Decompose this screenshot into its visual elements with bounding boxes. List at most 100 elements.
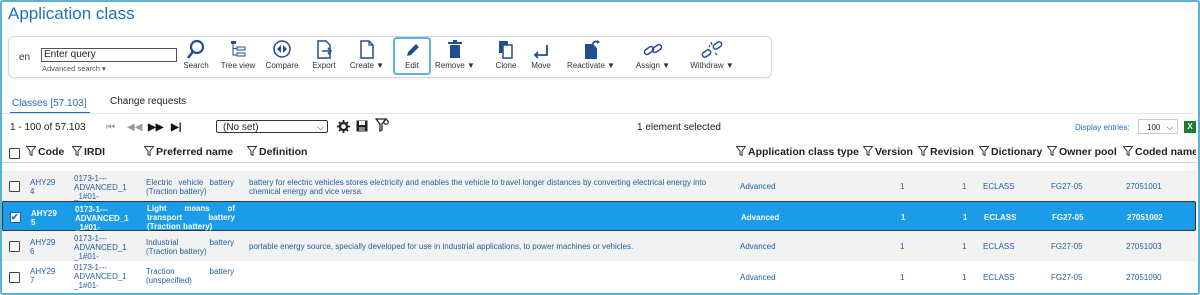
col-code[interactable]: Code bbox=[26, 146, 64, 158]
tree-view-icon bbox=[231, 41, 246, 57]
table-row[interactable]: AHY29 4 0173-1--- ADVANCED_1 _1#01- Electri… bbox=[2, 171, 1196, 201]
cell-coded-name: 27051090 bbox=[1126, 273, 1162, 282]
col-coded-name[interactable]: Coded name bbox=[1123, 146, 1196, 158]
table-header: Code IRDI Preferred name Definition Appl… bbox=[2, 142, 1196, 163]
cell-version: 1 bbox=[900, 273, 905, 282]
clone-label: Clone bbox=[495, 61, 517, 70]
chevron-down-icon: ⌵ bbox=[317, 122, 324, 132]
last-page-icon[interactable]: ▶| bbox=[171, 122, 182, 133]
reactivate-button[interactable]: Reactivate ▼ bbox=[565, 39, 617, 75]
toolbar: en Enter query Advanced search ▾ Search … bbox=[8, 36, 772, 78]
col-code-label: Code bbox=[38, 146, 65, 158]
col-preferred-name[interactable]: Preferred name bbox=[144, 146, 233, 158]
create-icon bbox=[360, 40, 374, 59]
cell-owner-pool: FG27-05 bbox=[1052, 213, 1084, 222]
filter-icon[interactable] bbox=[1047, 146, 1057, 156]
reactivate-icon bbox=[585, 40, 600, 59]
row-checkbox[interactable] bbox=[9, 181, 20, 192]
trash-icon bbox=[448, 40, 462, 58]
assign-label: Assign ▼ bbox=[635, 61, 671, 70]
tree-view-button[interactable]: Tree view bbox=[219, 39, 257, 75]
filter-icon[interactable] bbox=[1123, 146, 1133, 156]
assign-button[interactable]: Assign ▼ bbox=[633, 39, 673, 75]
cell-type: Advanced bbox=[741, 213, 780, 222]
col-definition[interactable]: Definition bbox=[247, 146, 307, 158]
filter-icon[interactable] bbox=[72, 146, 82, 156]
cell-version: 1 bbox=[900, 242, 905, 251]
cell-dictionary: ECLASS bbox=[983, 182, 1015, 191]
col-application-class-type[interactable]: Application class type bbox=[736, 146, 859, 158]
filter-icon[interactable] bbox=[26, 146, 36, 156]
cell-coded-name: 27051003 bbox=[1126, 242, 1162, 251]
create-button[interactable]: Create ▼ bbox=[347, 39, 387, 75]
compare-button[interactable]: Compare bbox=[263, 39, 301, 75]
filter-icon[interactable] bbox=[979, 146, 989, 156]
table-row-selected[interactable]: AHY295 0173-1---ADVANCED_1_1#01- Light m… bbox=[2, 201, 1196, 232]
filter-icon[interactable] bbox=[863, 146, 873, 156]
clone-button[interactable]: Clone bbox=[491, 39, 521, 75]
col-dictionary[interactable]: Dictionary bbox=[979, 146, 1042, 158]
row-checkbox-checked[interactable] bbox=[10, 211, 21, 224]
tab-divider bbox=[2, 113, 1194, 114]
row-checkbox[interactable] bbox=[9, 241, 20, 252]
cell-irdi: 0173-1--- ADVANCED_1 _1#01- bbox=[74, 174, 127, 201]
tab-classes[interactable]: Classes [57.103] bbox=[12, 98, 87, 109]
cell-preferred-name: Electric vehicle battery (Traction batter… bbox=[146, 178, 234, 196]
col-irdi[interactable]: IRDI bbox=[72, 146, 105, 158]
search-input[interactable]: Enter query bbox=[41, 48, 177, 62]
col-preferred-name-label: Preferred name bbox=[156, 146, 234, 158]
cell-owner-pool: FG27-05 bbox=[1051, 182, 1083, 191]
next-page-icon[interactable]: ▶▶ bbox=[148, 122, 163, 133]
selection-status: 1 element selected bbox=[637, 122, 721, 133]
display-entries-value: 100 bbox=[1147, 123, 1161, 132]
col-dictionary-label: Dictionary bbox=[991, 146, 1043, 158]
prev-page-icon[interactable]: ◀◀ bbox=[127, 122, 142, 133]
select-all-checkbox[interactable] bbox=[9, 148, 20, 159]
table-row[interactable]: AHY29 6 0173-1--- ADVANCED_1 _1#01- Industr… bbox=[2, 231, 1196, 261]
cell-code: AHY29 4 bbox=[30, 178, 56, 196]
cell-dictionary: ECLASS bbox=[983, 273, 1015, 282]
row-checkbox[interactable] bbox=[9, 272, 20, 283]
col-owner-pool[interactable]: Owner pool bbox=[1047, 146, 1117, 158]
compare-label: Compare bbox=[265, 61, 299, 70]
filter-icon[interactable] bbox=[144, 146, 154, 156]
cell-version: 1 bbox=[900, 182, 905, 191]
language-code[interactable]: en bbox=[19, 52, 30, 63]
pencil-icon bbox=[407, 44, 419, 56]
excel-export-icon[interactable]: X bbox=[1184, 121, 1196, 133]
cell-revision: 1 bbox=[962, 182, 967, 191]
filter-icon[interactable] bbox=[736, 146, 746, 156]
remove-button[interactable]: Remove ▼ bbox=[433, 39, 477, 75]
cell-code: AHY29 7 bbox=[30, 267, 56, 285]
filter-settings-icon[interactable] bbox=[375, 118, 389, 133]
gear-icon[interactable] bbox=[337, 120, 350, 133]
pager-range: 1 - 100 of 57.103 bbox=[10, 122, 86, 133]
filter-icon[interactable] bbox=[247, 146, 257, 156]
cell-dictionary: ECLASS bbox=[984, 213, 1017, 222]
cell-revision: 1 bbox=[963, 213, 968, 222]
cell-definition: portable energy source, specially develo… bbox=[249, 242, 634, 251]
reactivate-label: Reactivate ▼ bbox=[567, 61, 615, 70]
col-revision[interactable]: Revision bbox=[918, 146, 974, 158]
col-version-label: Version bbox=[875, 146, 913, 158]
cell-owner-pool: FG27-05 bbox=[1051, 273, 1083, 282]
cell-owner-pool: FG27-05 bbox=[1051, 242, 1083, 251]
table-row[interactable]: AHY29 7 0173-1--- ADVANCED_1 _1#01- Tractio… bbox=[2, 262, 1196, 292]
export-icon bbox=[317, 40, 333, 59]
chevron-down-icon: ⌵ bbox=[1166, 123, 1173, 132]
move-button[interactable]: Move bbox=[527, 39, 555, 75]
filter-icon[interactable] bbox=[918, 146, 928, 156]
display-entries-select[interactable]: 100 ⌵ bbox=[1138, 119, 1178, 134]
first-page-icon[interactable]: ⏮ bbox=[106, 122, 115, 133]
tab-change-requests[interactable]: Change requests bbox=[110, 96, 186, 107]
advanced-search-link[interactable]: Advanced search ▾ bbox=[42, 64, 106, 73]
set-select[interactable]: (No set) ⌵ bbox=[216, 120, 328, 133]
edit-button[interactable]: Edit bbox=[393, 37, 431, 75]
search-button[interactable]: Search bbox=[181, 39, 211, 75]
export-button[interactable]: Export bbox=[309, 39, 339, 75]
move-label: Move bbox=[531, 61, 551, 70]
withdraw-button[interactable]: Withdraw ▼ bbox=[687, 39, 737, 75]
save-icon[interactable] bbox=[356, 120, 368, 132]
cell-preferred-name: Light means of transport battery (Traction… bbox=[147, 204, 235, 231]
col-version[interactable]: Version bbox=[863, 146, 913, 158]
